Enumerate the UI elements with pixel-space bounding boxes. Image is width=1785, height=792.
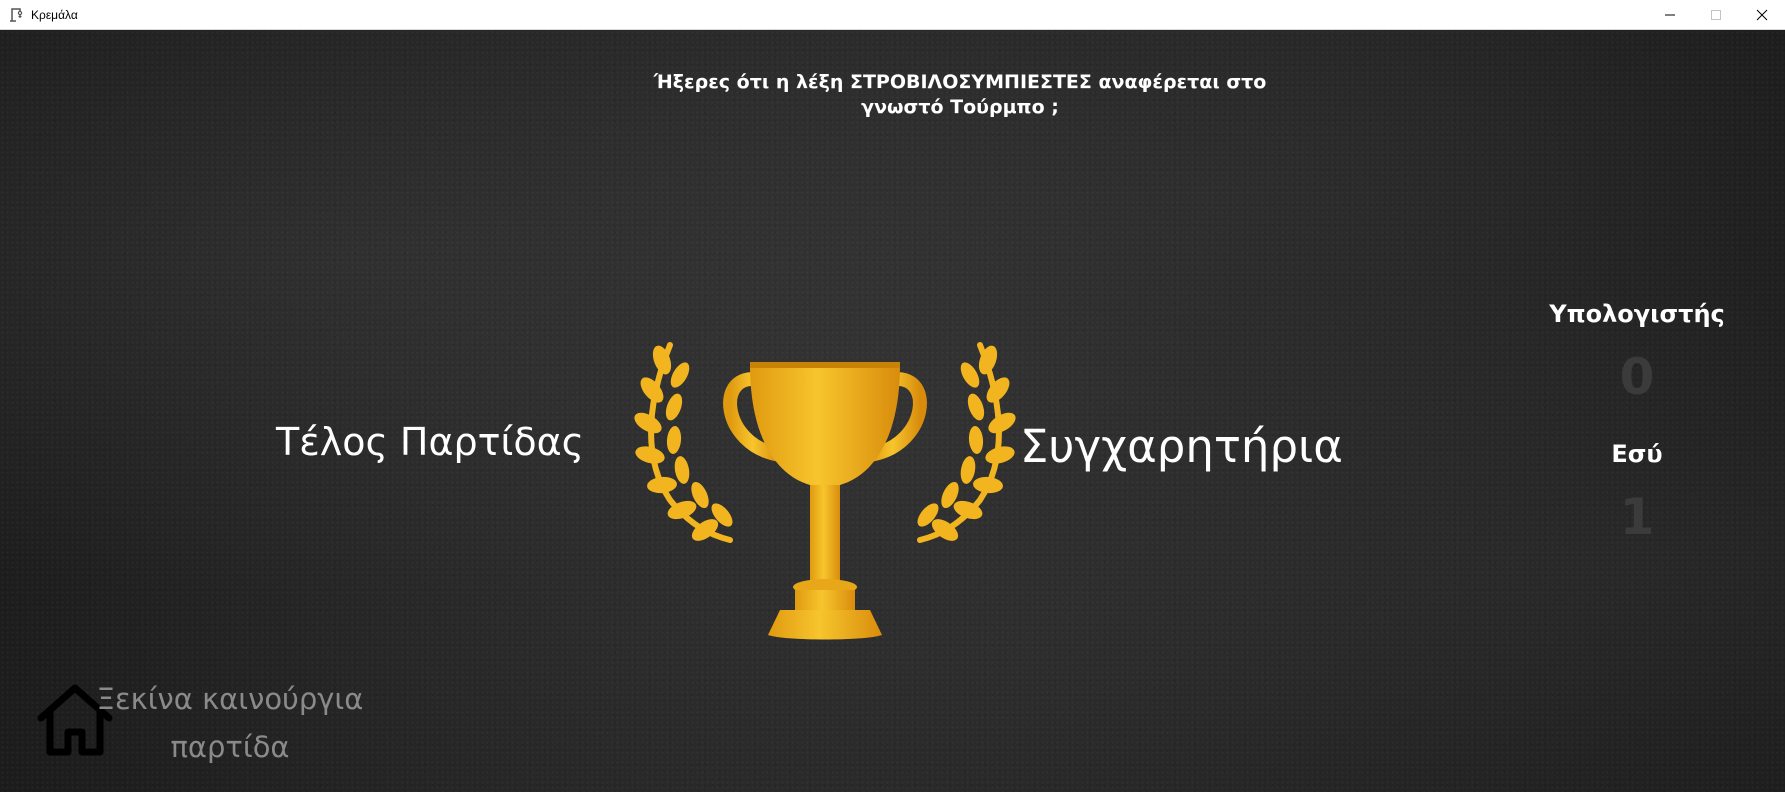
hangman-app-icon [10,7,23,22]
window-title-bar: Κρεμάλα [0,0,1785,30]
close-icon [1756,9,1768,21]
player-score-label: Εσύ [1611,440,1663,468]
minimize-button[interactable] [1647,0,1693,30]
word-fact: Ήξερες ότι η λέξη ΣΤΡΟΒΙΛΟΣΥΜΠΙΕΣΤΕΣ ανα… [560,70,1360,120]
window-title: Κρεμάλα [31,7,78,22]
trophy-icon [634,342,1016,640]
game-screen: Ήξερες ότι η λέξη ΣΤΡΟΒΙΛΟΣΥΜΠΙΕΣΤΕΣ ανα… [0,30,1785,792]
close-button[interactable] [1739,0,1785,30]
word-fact-line-2: γνωστό Τούρμπο ; [861,96,1059,118]
window-controls [1647,0,1785,30]
player-score-value: 1 [1619,488,1655,546]
congratulations-label: Συγχαρητήρια [1020,420,1343,473]
new-game-button[interactable]: Ξεκίνα καινούργια παρτίδα [95,675,365,771]
new-game-label-line-1: Ξεκίνα καινούργια [96,682,364,716]
maximize-button[interactable] [1693,0,1739,30]
new-game-label-line-2: παρτίδα [170,730,290,764]
minimize-icon [1665,14,1675,16]
computer-score-value: 0 [1619,348,1655,406]
game-over-label: Τέλος Παρτίδας [276,420,584,464]
maximize-icon [1711,10,1721,20]
word-fact-line-1: Ήξερες ότι η λέξη ΣΤΡΟΒΙΛΟΣΥΜΠΙΕΣΤΕΣ ανα… [653,71,1267,93]
computer-score-label: Υπολογιστής [1549,300,1725,328]
